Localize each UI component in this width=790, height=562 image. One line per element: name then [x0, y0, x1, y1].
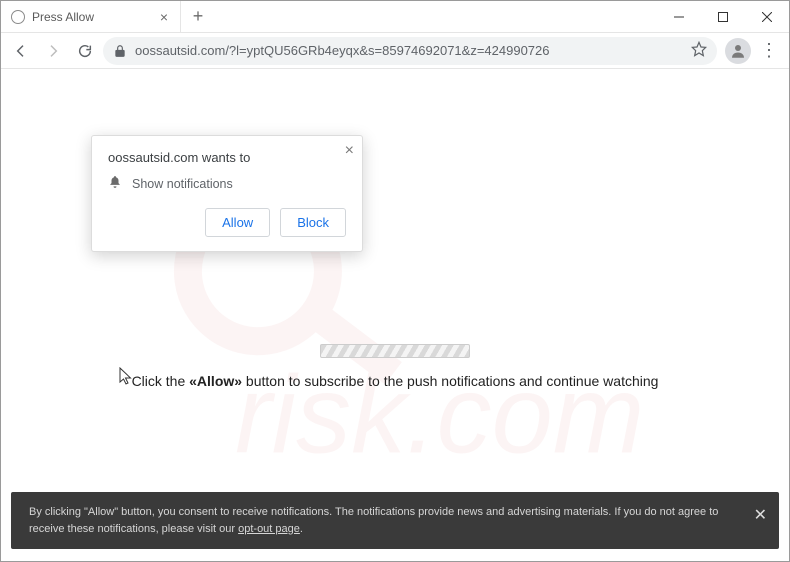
- tab-title: Press Allow: [32, 10, 149, 24]
- back-button[interactable]: [7, 37, 35, 65]
- instruction-bold: «Allow»: [189, 373, 242, 389]
- forward-button[interactable]: [39, 37, 67, 65]
- close-banner-icon[interactable]: ✕: [754, 504, 767, 528]
- loading-bar: [320, 344, 470, 358]
- close-tab-icon[interactable]: ×: [156, 9, 172, 25]
- consent-banner: ✕ By clicking "Allow" button, you consen…: [11, 492, 779, 549]
- new-tab-button[interactable]: +: [181, 1, 215, 32]
- browser-tab[interactable]: Press Allow ×: [1, 1, 181, 32]
- notification-permission-popup: × oossautsid.com wants to Show notificat…: [91, 135, 363, 252]
- globe-icon: [11, 10, 25, 24]
- close-icon[interactable]: ×: [345, 142, 354, 160]
- toolbar: oossautsid.com/?l=yptQU56GRb4eyqx&s=8597…: [1, 33, 789, 69]
- permission-site-label: oossautsid.com wants to: [108, 150, 346, 165]
- url-text: oossautsid.com/?l=yptQU56GRb4eyqx&s=8597…: [135, 43, 683, 58]
- profile-avatar[interactable]: [725, 38, 751, 64]
- consent-text: By clicking "Allow" button, you consent …: [29, 506, 718, 535]
- maximize-button[interactable]: [701, 1, 745, 32]
- allow-button[interactable]: Allow: [205, 208, 270, 237]
- instruction-text: Click the «Allow» button to subscribe to…: [1, 373, 789, 389]
- titlebar: Press Allow × +: [1, 1, 789, 33]
- bookmark-star-icon[interactable]: [691, 41, 707, 60]
- page-content: risk.com Click the «Allow» button to sub…: [1, 69, 789, 561]
- instruction-suffix: button to subscribe to the push notifica…: [242, 373, 658, 389]
- bell-icon: [108, 175, 122, 192]
- instruction-prefix: Click the: [132, 373, 190, 389]
- browser-window: Press Allow × + oossautsid.com/?l=yptQU5…: [0, 0, 790, 562]
- reload-button[interactable]: [71, 37, 99, 65]
- permission-desc: Show notifications: [132, 177, 233, 191]
- page-center: Click the «Allow» button to subscribe to…: [1, 344, 789, 389]
- opt-out-link[interactable]: opt-out page: [238, 523, 300, 535]
- consent-tail: .: [300, 523, 303, 535]
- minimize-button[interactable]: [657, 1, 701, 32]
- lock-icon: [113, 44, 127, 58]
- address-bar[interactable]: oossautsid.com/?l=yptQU56GRb4eyqx&s=8597…: [103, 37, 717, 65]
- kebab-menu-icon[interactable]: ⋮: [755, 40, 783, 61]
- close-window-button[interactable]: [745, 1, 789, 32]
- block-button[interactable]: Block: [280, 208, 346, 237]
